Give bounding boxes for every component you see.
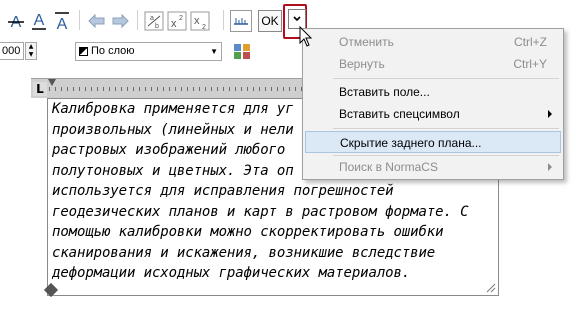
- superscript-icon[interactable]: x 2: [166, 10, 188, 32]
- menu-item-label: Скрытие заднего плана...: [340, 136, 482, 150]
- menu-separator: [333, 128, 559, 129]
- chevron-down-icon: [293, 16, 301, 22]
- text-line: помощью калибровки можно скорректировать…: [52, 224, 444, 240]
- menu-item-shortcut: Ctrl+Z: [514, 35, 547, 49]
- menu-item-undo[interactable]: Отменить Ctrl+Z: [305, 31, 561, 53]
- toolbar-separator: [79, 10, 80, 30]
- indent-marker-icon[interactable]: [48, 79, 56, 86]
- menu-item-redo[interactable]: Вернуть Ctrl+Y: [305, 53, 561, 75]
- svg-text:2: 2: [202, 24, 206, 31]
- menu-item-search-normacs[interactable]: Поиск в NormaCS: [305, 156, 561, 178]
- svg-text:2: 2: [179, 15, 183, 22]
- menu-item-label: Поиск в NormaCS: [339, 160, 438, 174]
- text-line: сканирования и искажения, возникшие всле…: [52, 244, 436, 261]
- svg-text:A: A: [34, 12, 45, 29]
- menu-item-label: Отменить: [339, 35, 394, 49]
- text-line: деформации исходных графических материал…: [52, 265, 411, 281]
- subscript-icon[interactable]: x 2: [189, 10, 211, 32]
- tab-stop-icon[interactable]: L: [33, 82, 47, 96]
- menu-separator: [333, 78, 559, 79]
- svg-text:A: A: [57, 16, 68, 31]
- undo-arrow-icon[interactable]: [86, 10, 108, 32]
- toolbar-separator: [223, 10, 224, 30]
- ok-button[interactable]: OK: [258, 10, 282, 32]
- submenu-arrow-icon: [548, 163, 552, 171]
- chevron-down-icon: ▼: [210, 47, 218, 56]
- toolbar-separator: [137, 10, 138, 30]
- svg-text:x: x: [194, 15, 200, 27]
- text-line: геодезических планов и карт в растровом …: [52, 203, 469, 220]
- spin-field[interactable]: 000: [0, 42, 24, 60]
- svg-text:b: b: [155, 23, 159, 30]
- menu-item-label: Вставить поле...: [339, 85, 430, 99]
- layer-combo-value: По слою: [91, 45, 135, 57]
- overline-icon[interactable]: A: [51, 10, 73, 32]
- text-line: используется для исправления погрешносте…: [52, 183, 394, 199]
- resize-grip-icon[interactable]: [484, 281, 496, 293]
- layer-combo[interactable]: По слою ▼: [75, 42, 222, 61]
- ruler-toggle-icon[interactable]: [230, 10, 252, 32]
- redo-arrow-icon[interactable]: [109, 10, 131, 32]
- svg-text:x: x: [171, 18, 177, 30]
- menu-item-label: Вставить спецсимвол: [339, 107, 460, 121]
- spin-up-icon[interactable]: ▲: [26, 43, 36, 51]
- spin-stepper[interactable]: ▲ ▼: [25, 42, 37, 60]
- mouse-cursor-icon: [299, 26, 313, 47]
- menu-item-background-mask[interactable]: Скрытие заднего плана...: [305, 131, 561, 153]
- layer-color-swatch: [79, 47, 88, 56]
- menu-item-shortcut: Ctrl+Y: [513, 57, 547, 71]
- stack-fraction-icon[interactable]: a b: [143, 10, 165, 32]
- underline-icon[interactable]: A: [28, 10, 50, 32]
- spin-down-icon[interactable]: ▼: [26, 51, 36, 59]
- submenu-arrow-icon: [548, 110, 552, 118]
- menu-item-insert-symbol[interactable]: Вставить спецсимвол: [305, 103, 561, 125]
- menu-item-insert-field[interactable]: Вставить поле...: [305, 81, 561, 103]
- insert-image-icon[interactable]: [232, 41, 252, 61]
- options-context-menu: Отменить Ctrl+Z Вернуть Ctrl+Y Вставить …: [302, 28, 564, 180]
- strikethrough-icon[interactable]: A: [5, 10, 27, 32]
- menu-item-label: Вернуть: [339, 57, 385, 71]
